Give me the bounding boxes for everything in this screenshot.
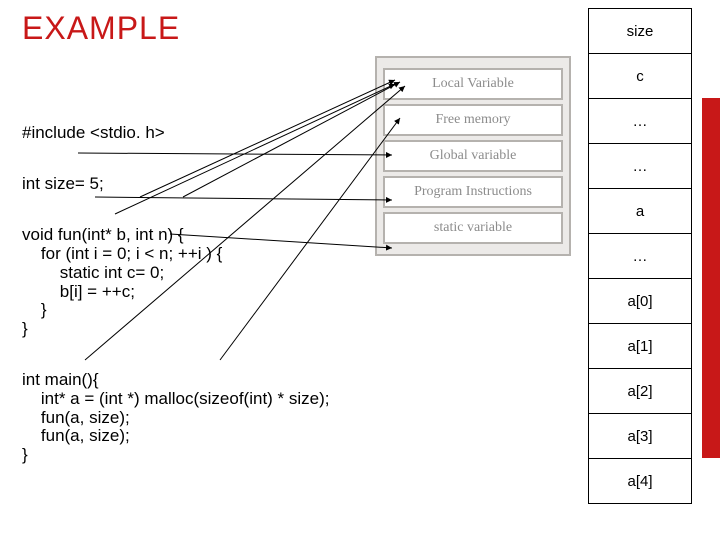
- cell-gap1: …: [588, 98, 692, 144]
- slide-accent-stripe: [702, 98, 720, 458]
- code-line: static int c= 0;: [22, 263, 164, 282]
- cell-size: size: [588, 8, 692, 54]
- cell-a3: a[3]: [588, 413, 692, 459]
- code-line: #include <stdio. h>: [22, 123, 165, 142]
- mem-region-instructions: Program Instructions: [383, 176, 563, 208]
- code-line: fun(a, size);: [22, 408, 130, 427]
- code-line: b[i] = ++c;: [22, 282, 135, 301]
- cell-a4: a[4]: [588, 458, 692, 504]
- code-line: int* a = (int *) malloc(sizeof(int) * si…: [22, 389, 330, 408]
- cell-gap2: …: [588, 143, 692, 189]
- page-title: EXAMPLE: [22, 10, 180, 47]
- cell-a2: a[2]: [588, 368, 692, 414]
- memory-cells-column: size c … … a … a[0] a[1] a[2] a[3] a[4]: [588, 8, 692, 503]
- cell-c: c: [588, 53, 692, 99]
- mem-region-static: static variable: [383, 212, 563, 244]
- code-line: void fun(int* b, int n) {: [22, 225, 184, 244]
- mem-region-free: Free memory: [383, 104, 563, 136]
- code-line: int main(){: [22, 370, 99, 389]
- memory-layout-panel: Local Variable Free memory Global variab…: [375, 56, 571, 256]
- mem-region-local: Local Variable: [383, 68, 563, 100]
- code-line: fun(a, size);: [22, 426, 130, 445]
- cell-a0: a[0]: [588, 278, 692, 324]
- cell-a: a: [588, 188, 692, 234]
- code-listing: #include <stdio. h> int size= 5; void fu…: [22, 105, 392, 497]
- cell-gap3: …: [588, 233, 692, 279]
- cell-a1: a[1]: [588, 323, 692, 369]
- code-line: }: [22, 445, 28, 464]
- code-line: }: [22, 300, 47, 319]
- mem-region-global: Global variable: [383, 140, 563, 172]
- code-line: }: [22, 319, 28, 338]
- code-line: for (int i = 0; i < n; ++i ) {: [22, 244, 222, 263]
- code-line: int size= 5;: [22, 174, 104, 193]
